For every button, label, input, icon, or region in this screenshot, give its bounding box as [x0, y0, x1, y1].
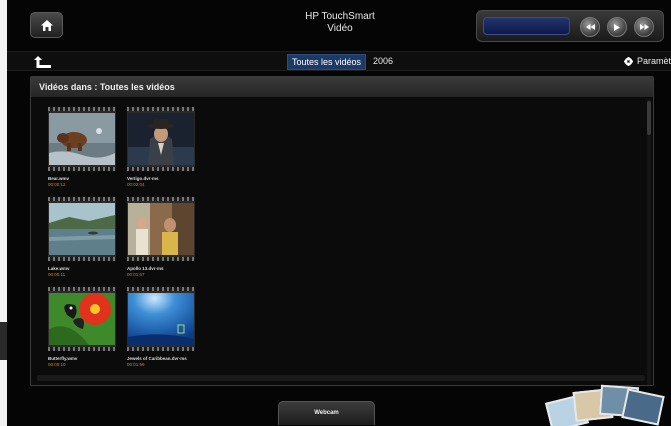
- play-icon: [614, 23, 620, 31]
- home-icon: [40, 19, 53, 31]
- gear-icon: [624, 56, 633, 66]
- left-edge: [0, 0, 7, 426]
- videos-panel: Vidéos dans : Toutes les vidéos Bear.wmv…: [30, 76, 654, 386]
- video-thumbnail: [127, 287, 195, 351]
- video-thumbnail: [48, 197, 116, 261]
- rewind-icon: [585, 24, 595, 30]
- video-duration: 00:01:57: [127, 272, 145, 277]
- video-thumbnail: [48, 287, 116, 351]
- vertigo-thumbnail: [128, 113, 194, 165]
- settings-label: Paramètres: [637, 56, 671, 66]
- rewind-button[interactable]: [580, 17, 600, 37]
- tab-2006[interactable]: 2006: [373, 56, 393, 66]
- settings-button[interactable]: Paramètres: [624, 56, 671, 66]
- video-tile-bear[interactable]: Bear.wmv 00:00:12: [48, 107, 116, 187]
- play-button[interactable]: [607, 17, 627, 37]
- lake-thumbnail: [49, 203, 115, 255]
- video-name: Bear.wmv: [48, 176, 70, 181]
- bear-thumbnail: [49, 113, 115, 165]
- tab-all-videos[interactable]: Toutes les vidéos: [287, 54, 366, 70]
- video-duration: 00:02:04: [127, 182, 145, 187]
- video-thumbnail: [127, 107, 195, 171]
- video-tile-butterfly[interactable]: Butterfly.wmv 00:00:10: [48, 287, 116, 367]
- video-tile-vertigo[interactable]: Vertigo.dvr-ms 00:02:04: [127, 107, 195, 187]
- video-duration: 00:00:11: [48, 272, 66, 277]
- photo-stack-decoration: [530, 380, 671, 426]
- video-name: Butterfly.wmv: [48, 356, 78, 361]
- video-tile-apollo-13[interactable]: Apollo 13.dvr-ms 00:01:57: [127, 197, 195, 277]
- touchsmart-window: HP TouchSmart Vidéo Toutes les vidéos 20…: [0, 0, 671, 426]
- video-tile-jewels-of-caribbean[interactable]: Jewels of Caribbean.dvr-ms 00:01:59: [127, 287, 195, 367]
- home-button[interactable]: [30, 12, 63, 38]
- video-tile-lake[interactable]: Lake.wmv 00:00:11: [48, 197, 116, 277]
- back-arrow-icon: [34, 56, 51, 68]
- left-edge-handle[interactable]: [0, 322, 7, 360]
- video-name: Vertigo.dvr-ms: [127, 176, 159, 181]
- apollo-13-thumbnail: [128, 203, 194, 255]
- video-duration: 00:00:12: [48, 182, 66, 187]
- media-display: [483, 17, 570, 35]
- section-title: Vidéo: [327, 23, 353, 34]
- jewels-of-caribbean-thumbnail: [128, 293, 194, 345]
- butterfly-thumbnail: [49, 293, 115, 345]
- video-name: Lake.wmv: [48, 266, 70, 271]
- video-name: Jewels of Caribbean.dvr-ms: [127, 356, 187, 361]
- back-button[interactable]: [31, 55, 53, 69]
- deco-photo: [621, 388, 665, 426]
- fast-forward-icon: [639, 24, 649, 30]
- video-thumbnail: [48, 107, 116, 171]
- video-duration: 00:00:10: [48, 362, 66, 367]
- app-title: HP TouchSmart Vidéo: [240, 11, 440, 35]
- video-name: Apollo 13.dvr-ms: [127, 266, 164, 271]
- video-duration: 00:01:59: [127, 362, 145, 367]
- webcam-button[interactable]: Webcam: [278, 401, 375, 425]
- navigation-bar: Toutes les vidéos 2006 Paramètres: [7, 51, 671, 71]
- media-controls: [476, 10, 664, 42]
- fast-forward-button[interactable]: [634, 17, 654, 37]
- video-thumbnail: [127, 197, 195, 261]
- panel-scrollbar[interactable]: [647, 99, 651, 385]
- panel-title: Vidéos dans : Toutes les vidéos: [31, 77, 653, 97]
- scrollbar-thumb[interactable]: [647, 101, 651, 135]
- app-name: HP TouchSmart: [305, 11, 375, 22]
